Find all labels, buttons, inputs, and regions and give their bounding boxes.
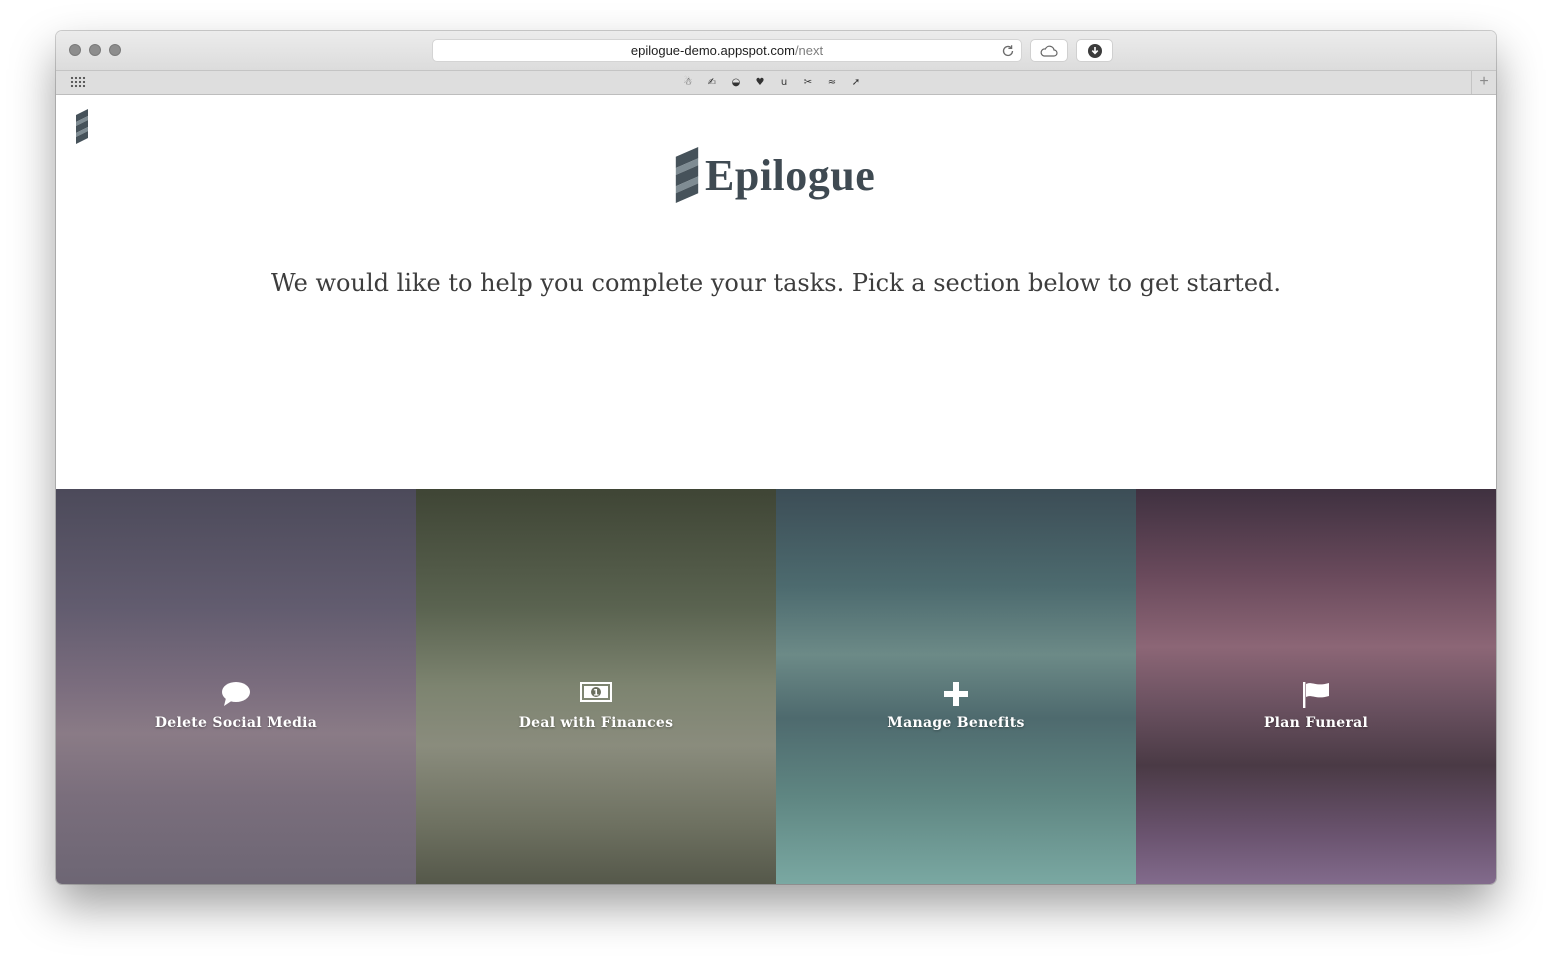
title-bar: epilogue-demo.appspot.com/next — [56, 31, 1496, 71]
home-logo-link[interactable] — [74, 109, 94, 150]
new-tab-button[interactable]: + — [1471, 71, 1496, 94]
grid-icon[interactable] — [70, 76, 86, 88]
reload-icon[interactable] — [999, 40, 1017, 61]
favorite-item[interactable]: ◒ — [724, 71, 748, 94]
url-host: epilogue-demo.appspot.com — [630, 43, 795, 58]
flag-icon — [1136, 681, 1496, 711]
page-content: Epilogue We would like to help you compl… — [56, 95, 1496, 884]
browser-window: epilogue-demo.appspot.com/next ☃ ✍ ◒ ♥ u… — [56, 31, 1496, 884]
tile-label: Deal with Finances — [518, 715, 674, 731]
epilogue-logo-icon — [76, 109, 88, 144]
zoom-window-button[interactable] — [109, 44, 121, 56]
epilogue-logo-icon — [675, 147, 699, 203]
favorite-item[interactable]: ✍ — [700, 71, 724, 94]
favorite-item[interactable]: ☃ — [676, 71, 700, 94]
tile-label: Manage Benefits — [887, 715, 1025, 731]
tile-content: Plan Funeral — [1136, 681, 1496, 731]
brand-name: Epilogue — [705, 150, 876, 200]
tile-deal-with-finances[interactable]: 1 Deal with Finances — [416, 489, 776, 884]
tile-manage-benefits[interactable]: Manage Benefits — [776, 489, 1136, 884]
close-window-button[interactable] — [69, 44, 81, 56]
favorite-item[interactable]: ♥ — [748, 71, 772, 94]
speech-bubble-icon — [56, 681, 416, 711]
download-icon — [1087, 44, 1102, 58]
section-tiles: Delete Social Media 1 Deal with Finances… — [56, 489, 1496, 884]
cloud-icon — [1040, 45, 1058, 57]
favorite-item[interactable]: u — [772, 71, 796, 94]
tile-label: Plan Funeral — [1263, 715, 1369, 731]
tile-content: 1 Deal with Finances — [416, 681, 776, 731]
svg-text:1: 1 — [593, 689, 599, 699]
tagline: We would like to help you complete your … — [270, 269, 1282, 297]
favorites-list: ☃ ✍ ◒ ♥ u ✂ ≈ ➚ — [676, 71, 868, 94]
tile-content: Manage Benefits — [776, 681, 1136, 731]
address-bar[interactable]: epilogue-demo.appspot.com/next — [432, 39, 1022, 62]
downloads-button[interactable] — [1076, 39, 1113, 62]
brand-header: Epilogue — [673, 145, 875, 205]
url-path: /next — [794, 43, 824, 58]
tile-content: Delete Social Media — [56, 681, 416, 731]
favorite-item[interactable]: ➚ — [844, 71, 868, 94]
tile-label: Delete Social Media — [154, 715, 318, 731]
tile-plan-funeral[interactable]: Plan Funeral — [1136, 489, 1496, 884]
favorite-item[interactable]: ✂ — [796, 71, 820, 94]
plus-icon — [776, 681, 1136, 711]
tile-delete-social-media[interactable]: Delete Social Media — [56, 489, 416, 884]
money-icon: 1 — [416, 681, 776, 711]
favorite-item[interactable]: ≈ — [820, 71, 844, 94]
favorites-bar: ☃ ✍ ◒ ♥ u ✂ ≈ ➚ + — [56, 71, 1496, 95]
minimize-window-button[interactable] — [89, 44, 101, 56]
icloud-tabs-button[interactable] — [1030, 39, 1068, 62]
